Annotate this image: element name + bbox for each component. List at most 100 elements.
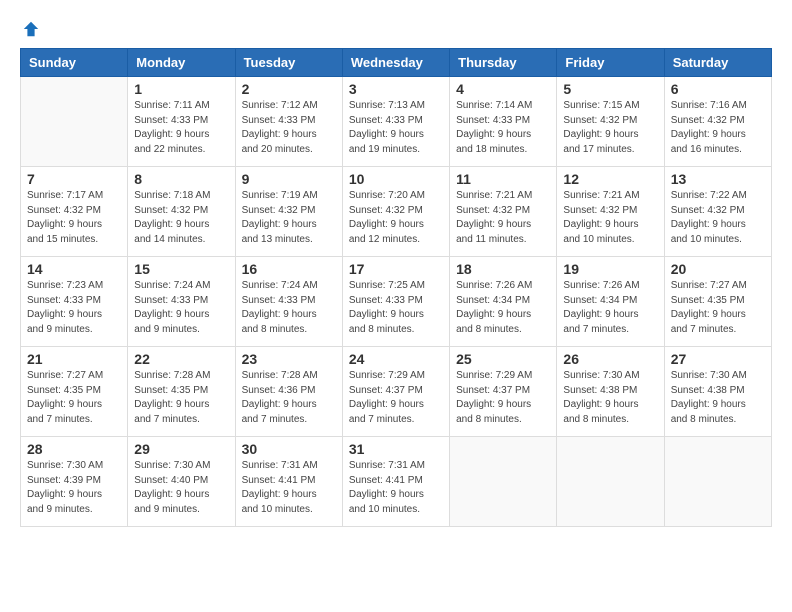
calendar-cell: 8 Sunrise: 7:18 AM Sunset: 4:32 PM Daylig… [128, 167, 235, 257]
day-number: 6 [671, 81, 765, 97]
week-row-1: 1Sunrise: 7:11 AM Sunset: 4:33 PM Daylig… [21, 77, 772, 167]
day-info: Sunrise: 7:19 AM Sunset: 4:32 PM Dayligh… [242, 189, 336, 247]
day-number: 8 [134, 171, 228, 187]
calendar-cell: 4 Sunrise: 7:14 AM Sunset: 4:33 PM Daylig… [450, 77, 557, 167]
calendar-cell: 13 Sunrise: 7:22 AM Sunset: 4:32 PM Dayli… [664, 167, 771, 257]
day-number: 24 [349, 351, 443, 367]
calendar-cell: 25Sunrise: 7:29 AM Sunset: 4:37 PM Dayli… [450, 347, 557, 437]
day-number: 7 [27, 171, 121, 187]
day-number: 23 [242, 351, 336, 367]
day-number: 11 [456, 171, 550, 187]
day-number: 3 [349, 81, 443, 97]
day-number: 26 [563, 351, 657, 367]
week-row-5: 28 Sunrise: 7:30 AM Sunset: 4:39 PM Dayli… [21, 437, 772, 527]
calendar-cell: 7 Sunrise: 7:17 AM Sunset: 4:32 PM Daylig… [21, 167, 128, 257]
day-info: Sunrise: 7:27 AM Sunset: 4:35 PM Dayligh… [671, 279, 765, 337]
calendar-cell: 28 Sunrise: 7:30 AM Sunset: 4:39 PM Dayli… [21, 437, 128, 527]
day-number: 22 [134, 351, 228, 367]
day-number: 17 [349, 261, 443, 277]
calendar-header-sunday: Sunday [21, 49, 128, 77]
calendar-header-row: SundayMondayTuesdayWednesdayThursdayFrid… [21, 49, 772, 77]
calendar-cell: 30Sunrise: 7:31 AM Sunset: 4:41 PM Dayli… [235, 437, 342, 527]
day-info: Sunrise: 7:15 AM Sunset: 4:32 PM Dayligh… [563, 99, 657, 157]
day-info: Sunrise: 7:11 AM Sunset: 4:33 PM Dayligh… [134, 99, 228, 157]
calendar-cell: 19 Sunrise: 7:26 AM Sunset: 4:34 PM Dayli… [557, 257, 664, 347]
day-info: Sunrise: 7:14 AM Sunset: 4:33 PM Dayligh… [456, 99, 550, 157]
day-number: 5 [563, 81, 657, 97]
day-info: Sunrise: 7:22 AM Sunset: 4:32 PM Dayligh… [671, 189, 765, 247]
day-number: 4 [456, 81, 550, 97]
day-number: 19 [563, 261, 657, 277]
calendar-cell: 17Sunrise: 7:25 AM Sunset: 4:33 PM Dayli… [342, 257, 449, 347]
calendar-cell: 21 Sunrise: 7:27 AM Sunset: 4:35 PM Dayli… [21, 347, 128, 437]
calendar-cell: 22 Sunrise: 7:28 AM Sunset: 4:35 PM Dayli… [128, 347, 235, 437]
calendar-header-tuesday: Tuesday [235, 49, 342, 77]
day-info: Sunrise: 7:30 AM Sunset: 4:38 PM Dayligh… [563, 369, 657, 427]
day-number: 14 [27, 261, 121, 277]
day-info: Sunrise: 7:26 AM Sunset: 4:34 PM Dayligh… [456, 279, 550, 337]
day-number: 29 [134, 441, 228, 457]
calendar-cell: 31 Sunrise: 7:31 AM Sunset: 4:41 PM Dayli… [342, 437, 449, 527]
day-info: Sunrise: 7:23 AM Sunset: 4:33 PM Dayligh… [27, 279, 121, 337]
week-row-2: 7 Sunrise: 7:17 AM Sunset: 4:32 PM Daylig… [21, 167, 772, 257]
calendar-cell: 23 Sunrise: 7:28 AM Sunset: 4:36 PM Dayli… [235, 347, 342, 437]
calendar-cell: 26 Sunrise: 7:30 AM Sunset: 4:38 PM Dayli… [557, 347, 664, 437]
calendar-cell: 27Sunrise: 7:30 AM Sunset: 4:38 PM Dayli… [664, 347, 771, 437]
calendar-cell: 14 Sunrise: 7:23 AM Sunset: 4:33 PM Dayli… [21, 257, 128, 347]
calendar-cell: 3 Sunrise: 7:13 AM Sunset: 4:33 PM Daylig… [342, 77, 449, 167]
day-info: Sunrise: 7:21 AM Sunset: 4:32 PM Dayligh… [563, 189, 657, 247]
day-info: Sunrise: 7:27 AM Sunset: 4:35 PM Dayligh… [27, 369, 121, 427]
calendar-cell: 24 Sunrise: 7:29 AM Sunset: 4:37 PM Dayli… [342, 347, 449, 437]
calendar-cell: 18Sunrise: 7:26 AM Sunset: 4:34 PM Dayli… [450, 257, 557, 347]
day-info: Sunrise: 7:29 AM Sunset: 4:37 PM Dayligh… [349, 369, 443, 427]
day-info: Sunrise: 7:31 AM Sunset: 4:41 PM Dayligh… [242, 459, 336, 517]
calendar-cell [21, 77, 128, 167]
calendar-cell: 20Sunrise: 7:27 AM Sunset: 4:35 PM Dayli… [664, 257, 771, 347]
calendar-cell: 2 Sunrise: 7:12 AM Sunset: 4:33 PM Daylig… [235, 77, 342, 167]
week-row-4: 21 Sunrise: 7:27 AM Sunset: 4:35 PM Dayli… [21, 347, 772, 437]
calendar-cell [450, 437, 557, 527]
calendar-cell: 11 Sunrise: 7:21 AM Sunset: 4:32 PM Dayli… [450, 167, 557, 257]
calendar-cell [664, 437, 771, 527]
calendar-header-wednesday: Wednesday [342, 49, 449, 77]
day-info: Sunrise: 7:31 AM Sunset: 4:41 PM Dayligh… [349, 459, 443, 517]
calendar-header-monday: Monday [128, 49, 235, 77]
calendar-cell: 5 Sunrise: 7:15 AM Sunset: 4:32 PM Daylig… [557, 77, 664, 167]
calendar-cell: 6Sunrise: 7:16 AM Sunset: 4:32 PM Daylig… [664, 77, 771, 167]
day-info: Sunrise: 7:26 AM Sunset: 4:34 PM Dayligh… [563, 279, 657, 337]
day-info: Sunrise: 7:30 AM Sunset: 4:39 PM Dayligh… [27, 459, 121, 517]
day-info: Sunrise: 7:13 AM Sunset: 4:33 PM Dayligh… [349, 99, 443, 157]
logo [20, 20, 40, 38]
calendar-cell: 9 Sunrise: 7:19 AM Sunset: 4:32 PM Daylig… [235, 167, 342, 257]
day-number: 31 [349, 441, 443, 457]
day-info: Sunrise: 7:18 AM Sunset: 4:32 PM Dayligh… [134, 189, 228, 247]
day-info: Sunrise: 7:28 AM Sunset: 4:36 PM Dayligh… [242, 369, 336, 427]
day-number: 10 [349, 171, 443, 187]
day-info: Sunrise: 7:21 AM Sunset: 4:32 PM Dayligh… [456, 189, 550, 247]
day-number: 13 [671, 171, 765, 187]
week-row-3: 14 Sunrise: 7:23 AM Sunset: 4:33 PM Dayli… [21, 257, 772, 347]
calendar-cell: 1Sunrise: 7:11 AM Sunset: 4:33 PM Daylig… [128, 77, 235, 167]
day-info: Sunrise: 7:28 AM Sunset: 4:35 PM Dayligh… [134, 369, 228, 427]
day-info: Sunrise: 7:24 AM Sunset: 4:33 PM Dayligh… [242, 279, 336, 337]
day-info: Sunrise: 7:12 AM Sunset: 4:33 PM Dayligh… [242, 99, 336, 157]
day-info: Sunrise: 7:20 AM Sunset: 4:32 PM Dayligh… [349, 189, 443, 247]
day-number: 9 [242, 171, 336, 187]
logo-icon [22, 20, 40, 38]
day-number: 21 [27, 351, 121, 367]
calendar-cell: 15 Sunrise: 7:24 AM Sunset: 4:33 PM Dayli… [128, 257, 235, 347]
day-number: 12 [563, 171, 657, 187]
calendar-cell: 12 Sunrise: 7:21 AM Sunset: 4:32 PM Dayli… [557, 167, 664, 257]
day-info: Sunrise: 7:30 AM Sunset: 4:38 PM Dayligh… [671, 369, 765, 427]
day-info: Sunrise: 7:24 AM Sunset: 4:33 PM Dayligh… [134, 279, 228, 337]
calendar-header-saturday: Saturday [664, 49, 771, 77]
calendar-cell: 16 Sunrise: 7:24 AM Sunset: 4:33 PM Dayli… [235, 257, 342, 347]
page-header [20, 20, 772, 38]
day-number: 16 [242, 261, 336, 277]
day-number: 2 [242, 81, 336, 97]
day-number: 25 [456, 351, 550, 367]
day-number: 15 [134, 261, 228, 277]
calendar-cell [557, 437, 664, 527]
day-info: Sunrise: 7:17 AM Sunset: 4:32 PM Dayligh… [27, 189, 121, 247]
day-number: 28 [27, 441, 121, 457]
